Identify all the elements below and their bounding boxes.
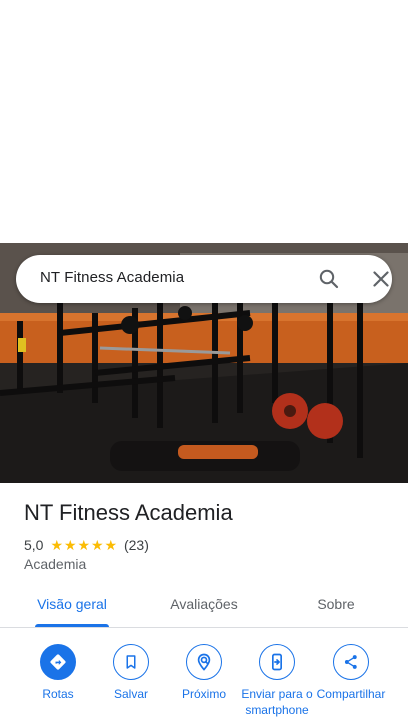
nearby-button[interactable]: Próximo bbox=[168, 644, 240, 702]
search-icon[interactable] bbox=[317, 267, 341, 291]
rating-row[interactable]: 5,0 ★ ★ ★ ★ ★ (23) bbox=[24, 536, 149, 554]
place-name: NT Fitness Academia bbox=[24, 500, 233, 525]
share-label: Compartilhar bbox=[316, 687, 386, 701]
place-page: NT Fitness Academia NT Fitness Academia … bbox=[0, 0, 408, 726]
active-tab-indicator bbox=[35, 624, 109, 627]
send-to-phone-label: Enviar para o smartphone bbox=[241, 687, 313, 717]
place-tabs: Visão geral Avaliações Sobre bbox=[0, 584, 408, 628]
share-button[interactable]: Compartilhar bbox=[313, 644, 389, 702]
action-buttons: Rotas Salvar Próximo Enviar para o smart… bbox=[0, 644, 408, 726]
star-icon: ★ bbox=[104, 537, 118, 553]
save-button[interactable]: Salvar bbox=[95, 644, 167, 702]
directions-icon bbox=[40, 644, 76, 680]
share-icon bbox=[333, 644, 369, 680]
nearby-icon bbox=[186, 644, 222, 680]
star-icon: ★ bbox=[77, 537, 91, 553]
star-icon: ★ bbox=[50, 537, 64, 553]
star-icon: ★ bbox=[90, 537, 104, 553]
nearby-label: Próximo bbox=[181, 687, 226, 701]
directions-button[interactable]: Rotas bbox=[22, 644, 94, 702]
send-to-phone-icon bbox=[259, 644, 295, 680]
close-icon[interactable] bbox=[369, 267, 393, 291]
star-icon: ★ bbox=[63, 537, 77, 553]
rating-value: 5,0 bbox=[24, 537, 44, 553]
bookmark-icon bbox=[113, 644, 149, 680]
place-category: Academia bbox=[24, 556, 87, 572]
review-count[interactable]: (23) bbox=[124, 537, 149, 553]
search-input[interactable]: NT Fitness Academia bbox=[40, 269, 184, 286]
send-to-phone-button[interactable]: Enviar para o smartphone bbox=[241, 644, 313, 718]
tab-overview[interactable]: Visão geral bbox=[20, 584, 124, 628]
tab-about[interactable]: Sobre bbox=[284, 584, 388, 628]
save-label: Salvar bbox=[113, 687, 148, 701]
search-bar[interactable]: NT Fitness Academia bbox=[16, 255, 392, 303]
directions-label: Rotas bbox=[42, 687, 74, 701]
star-rating: ★ ★ ★ ★ ★ bbox=[50, 538, 118, 552]
tab-reviews[interactable]: Avaliações bbox=[152, 584, 256, 628]
